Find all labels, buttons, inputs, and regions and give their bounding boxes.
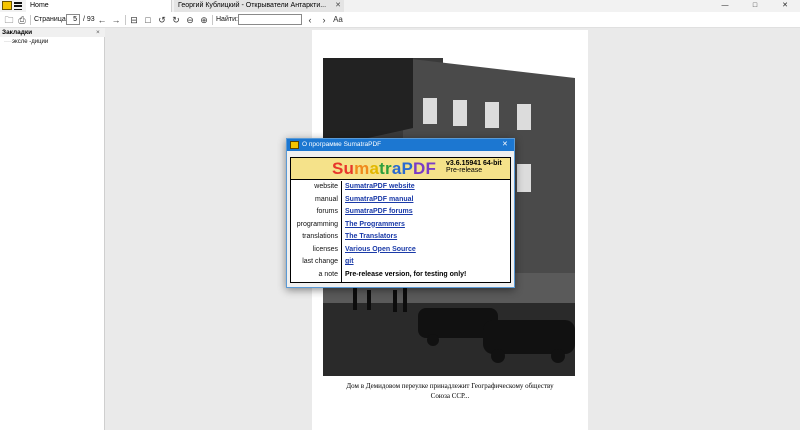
- link-translators[interactable]: The Translators: [345, 232, 397, 241]
- match-case-icon[interactable]: Aa: [332, 14, 344, 26]
- rotate-left-icon[interactable]: ↺: [156, 14, 168, 26]
- link-programmers[interactable]: The Programmers: [345, 220, 405, 229]
- label-translations: translations: [302, 233, 338, 240]
- label-programming: programming: [296, 220, 338, 228]
- next-page-icon[interactable]: →: [110, 14, 122, 26]
- prerelease-note: Pre-release version, for testing only!: [345, 270, 467, 278]
- logo-letter: m: [354, 159, 370, 178]
- find-previous-icon[interactable]: ‹: [304, 14, 316, 26]
- fit-width-icon[interactable]: ⊟: [128, 14, 140, 26]
- bookmarks-title: Закладки: [2, 29, 33, 36]
- label-licenses: licenses: [312, 245, 338, 253]
- toolbar-separator: [30, 15, 31, 25]
- tab-home[interactable]: Home: [26, 0, 172, 12]
- tab-close-icon[interactable]: ✕: [335, 0, 341, 12]
- page-number-input[interactable]: 5: [66, 14, 80, 25]
- logo-letter: u: [343, 159, 355, 178]
- toolbar-separator: [125, 15, 126, 25]
- fit-page-icon[interactable]: □: [142, 14, 154, 26]
- hamburger-menu-icon[interactable]: [14, 2, 22, 11]
- link-licenses[interactable]: Various Open Source: [345, 245, 416, 254]
- zoom-out-icon[interactable]: ⊖: [184, 14, 196, 26]
- tab-document[interactable]: Георгий Кублицкий - Открыватели Антаркти…: [174, 0, 344, 12]
- toolbar-separator: [212, 15, 213, 25]
- page-label: Страница:: [34, 16, 68, 23]
- find-next-icon[interactable]: ›: [318, 14, 330, 26]
- print-icon[interactable]: ⎙: [16, 14, 28, 26]
- previous-page-icon[interactable]: ←: [96, 14, 108, 26]
- close-sidebar-icon[interactable]: ×: [96, 28, 100, 37]
- bookmark-item[interactable]: ····эксле -диции: [4, 39, 48, 46]
- page-total: / 93: [83, 16, 95, 23]
- link-forums[interactable]: SumatraPDF forums: [345, 207, 413, 216]
- dialog-close-icon[interactable]: ✕: [502, 139, 508, 151]
- logo-letter: S: [332, 159, 344, 178]
- bookmarks-sidebar: [0, 28, 105, 430]
- rotate-right-icon[interactable]: ↻: [170, 14, 182, 26]
- label-manual: manual: [315, 195, 338, 203]
- version-text: v3.6.15941 64-bit: [446, 160, 502, 167]
- page-caption-line-2: Союза ССР...: [430, 392, 470, 400]
- label-note: a note: [318, 270, 338, 278]
- find-label: Найти:: [216, 16, 238, 23]
- close-window-button[interactable]: ✕: [770, 0, 800, 12]
- tab-document-label: Георгий Кублицкий - Открыватели Антаркти…: [178, 2, 327, 9]
- zoom-in-icon[interactable]: ⊕: [198, 14, 210, 26]
- tree-line: ····: [4, 39, 12, 45]
- prerelease-text: Pre-release: [446, 167, 483, 174]
- sumatra-app-icon: [2, 1, 12, 10]
- label-last-change: last change: [302, 258, 338, 265]
- tab-home-label: Home: [30, 2, 49, 9]
- dialog-title: О программе SumatraPDF: [302, 141, 382, 148]
- link-manual[interactable]: SumatraPDF manual: [345, 195, 413, 204]
- dialog-app-icon: [290, 141, 299, 149]
- logo-letter: D: [413, 159, 426, 178]
- label-website: website: [314, 183, 338, 190]
- minimize-button[interactable]: —: [710, 0, 740, 12]
- logo-letter: F: [425, 159, 437, 178]
- label-forums: forums: [316, 208, 338, 215]
- link-git[interactable]: git: [345, 257, 354, 266]
- page-caption-line-1: Дом в Демидовом переулке принадлежит Гео…: [346, 382, 554, 390]
- dialog-divider: [341, 181, 342, 282]
- maximize-button[interactable]: □: [740, 0, 770, 12]
- link-website[interactable]: SumatraPDF website: [345, 182, 415, 191]
- bookmark-item-label: эксле -диции: [12, 39, 49, 45]
- sumatrapdf-logo: SumatraPDF: [332, 158, 436, 180]
- open-folder-icon[interactable]: 🗀: [3, 14, 15, 26]
- logo-letter: a: [369, 159, 380, 178]
- find-input[interactable]: [238, 14, 302, 25]
- logo-letter: r: [385, 159, 392, 178]
- logo-letter: P: [401, 159, 414, 178]
